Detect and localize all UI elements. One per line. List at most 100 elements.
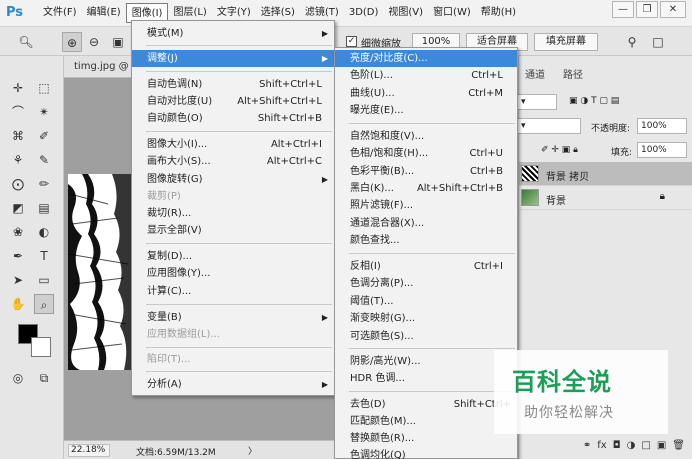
menu-item-replace-color[interactable]: 替换颜色(R)... bbox=[335, 430, 517, 447]
crop-tool-icon[interactable]: ⌘ bbox=[8, 126, 28, 146]
menu-item-threshold[interactable]: 阈值(T)... bbox=[335, 293, 517, 310]
layer-style-icon[interactable]: fx bbox=[597, 440, 606, 451]
minimize-button[interactable]: — bbox=[612, 1, 634, 18]
type-tool-icon[interactable]: T bbox=[34, 246, 54, 266]
menu-view[interactable]: 视图(V) bbox=[383, 3, 428, 23]
eyedropper-tool-icon[interactable]: ✐ bbox=[34, 126, 54, 146]
zoom-tool-icon[interactable]: ⌕ bbox=[34, 294, 54, 314]
brush-tool-icon[interactable]: ✎ bbox=[34, 150, 54, 170]
menu-item-auto-tone[interactable]: 自动色调(N) Shift+Ctrl+L bbox=[132, 76, 334, 93]
magic-wand-tool-icon[interactable]: ✴ bbox=[34, 102, 54, 122]
menu-item-auto-color[interactable]: 自动颜色(O) Shift+Ctrl+B bbox=[132, 110, 334, 127]
menu-item-auto-contrast[interactable]: 自动对比度(U) Alt+Shift+Ctrl+L bbox=[132, 93, 334, 110]
menu-item-hue-saturation[interactable]: 色相/饱和度(H)... Ctrl+U bbox=[335, 145, 517, 162]
menu-item-apply-data-set[interactable]: 应用数据组(L)... bbox=[132, 326, 334, 343]
menu-item-brightness-contrast[interactable]: 亮度/对比度(C)... bbox=[335, 50, 517, 67]
menu-item-equalize[interactable]: 色调均化(Q) bbox=[335, 447, 517, 459]
menu-3d[interactable]: 3D(D) bbox=[344, 3, 384, 23]
lock-icons[interactable]: ✐ ✛ ▣ 🔒︎ bbox=[541, 145, 578, 155]
gradient-tool-icon[interactable]: ▤ bbox=[34, 198, 54, 218]
layer-row[interactable]: 背景 🔒︎ bbox=[519, 186, 692, 210]
close-button[interactable]: ✕ bbox=[660, 1, 686, 18]
menu-item-duplicate[interactable]: 复制(D)... bbox=[132, 248, 334, 265]
menu-item-mode[interactable]: 模式(M) ▶ bbox=[132, 25, 334, 42]
zoom-level-field[interactable]: 22.18% bbox=[68, 444, 110, 457]
menu-help[interactable]: 帮助(H) bbox=[476, 3, 521, 23]
menu-edit[interactable]: 编辑(E) bbox=[82, 3, 126, 23]
fill-input[interactable]: 100% bbox=[637, 142, 687, 158]
menu-item-trap[interactable]: 陷印(T)... bbox=[132, 351, 334, 368]
adjustment-layer-icon[interactable]: ◑ bbox=[627, 440, 636, 451]
menu-item-match-color[interactable]: 匹配颜色(M)... bbox=[335, 413, 517, 430]
zoom-tool-preset-icon[interactable]: 🔍︎ bbox=[16, 32, 36, 52]
menu-item-curves[interactable]: 曲线(U)... Ctrl+M bbox=[335, 85, 517, 102]
layer-row[interactable]: 背景 拷贝 bbox=[519, 162, 692, 186]
layer-filter-select[interactable]: ▾ bbox=[517, 94, 557, 110]
menu-item-gradient-map[interactable]: 渐变映射(G)... bbox=[335, 310, 517, 327]
menu-item-variables[interactable]: 变量(B) ▶ bbox=[132, 309, 334, 326]
resize-windows-icon[interactable]: ▣ bbox=[108, 32, 128, 52]
workspace-icon[interactable]: □ bbox=[648, 32, 668, 52]
menu-window[interactable]: 窗口(W) bbox=[428, 3, 476, 23]
opacity-input[interactable]: 100% bbox=[637, 118, 687, 134]
menu-file[interactable]: 文件(F) bbox=[38, 3, 82, 23]
new-group-icon[interactable]: □ bbox=[641, 440, 650, 451]
menu-item-posterize[interactable]: 色调分离(P)... bbox=[335, 275, 517, 292]
menu-item-color-balance[interactable]: 色彩平衡(B)... Ctrl+B bbox=[335, 163, 517, 180]
new-layer-icon[interactable]: ▣ bbox=[657, 440, 666, 451]
menu-item-image-size[interactable]: 图像大小(I)... Alt+Ctrl+I bbox=[132, 136, 334, 153]
link-layers-icon[interactable]: ⚭ bbox=[583, 440, 591, 451]
menu-item-analysis[interactable]: 分析(A) ▶ bbox=[132, 376, 334, 393]
menu-item-vibrance[interactable]: 自然饱和度(V)... bbox=[335, 128, 517, 145]
menu-item-reveal-all[interactable]: 显示全部(V) bbox=[132, 222, 334, 239]
menu-item-apply-image[interactable]: 应用图像(Y)... bbox=[132, 265, 334, 282]
blur-tool-icon[interactable]: ❀ bbox=[8, 222, 28, 242]
rectangle-tool-icon[interactable]: ▭ bbox=[34, 270, 54, 290]
menu-item-crop[interactable]: 裁剪(P) bbox=[132, 188, 334, 205]
lasso-tool-icon[interactable]: ⌒ bbox=[8, 102, 28, 122]
menu-item-shadows-highlights[interactable]: 阴影/高光(W)... bbox=[335, 353, 517, 370]
path-selection-tool-icon[interactable]: ➤ bbox=[8, 270, 28, 290]
quick-mask-icon[interactable]: ◎ bbox=[8, 368, 28, 388]
fill-screen-button[interactable]: 填充屏幕 bbox=[534, 33, 598, 51]
menu-item-desaturate[interactable]: 去色(D) Shift+Ctrl+ bbox=[335, 396, 517, 413]
menu-item-levels[interactable]: 色阶(L)... Ctrl+L bbox=[335, 67, 517, 84]
screen-mode-icon[interactable]: ⧉ bbox=[34, 368, 54, 388]
menu-item-canvas-size[interactable]: 画布大小(S)... Alt+Ctrl+C bbox=[132, 153, 334, 170]
menu-item-channel-mixer[interactable]: 通道混合器(X)... bbox=[335, 215, 517, 232]
menu-item-calculations[interactable]: 计算(C)... bbox=[132, 283, 334, 300]
search-icon[interactable]: ⚲ bbox=[622, 32, 642, 52]
tab-channels[interactable]: 通道 bbox=[525, 66, 545, 81]
menu-item-image-rotation[interactable]: 图像旋转(G) ▶ bbox=[132, 171, 334, 188]
delete-layer-icon[interactable]: 🗑︎ bbox=[672, 440, 685, 451]
menu-item-adjustments[interactable]: 调整(J) ▶ bbox=[132, 50, 334, 67]
menu-item-trim[interactable]: 裁切(R)... bbox=[132, 205, 334, 222]
hand-tool-icon[interactable]: ✋ bbox=[8, 294, 28, 314]
image-canvas[interactable] bbox=[68, 174, 132, 370]
status-menu-arrow[interactable]: 〉 bbox=[248, 444, 257, 457]
zoom-in-icon[interactable]: ⊕ bbox=[62, 32, 82, 52]
menu-item-black-white[interactable]: 黑白(K)... Alt+Shift+Ctrl+B bbox=[335, 180, 517, 197]
tab-paths[interactable]: 路径 bbox=[563, 66, 583, 81]
marquee-tool-icon[interactable]: ⬚ bbox=[34, 78, 54, 98]
history-brush-tool-icon[interactable]: ✏ bbox=[34, 174, 54, 194]
dodge-tool-icon[interactable]: ◐ bbox=[34, 222, 54, 242]
pen-tool-icon[interactable]: ✒ bbox=[8, 246, 28, 266]
clone-stamp-tool-icon[interactable]: ⨀ bbox=[8, 174, 28, 194]
menu-item-exposure[interactable]: 曝光度(E)... bbox=[335, 102, 517, 119]
menu-item-hdr-toning[interactable]: HDR 色调... bbox=[335, 370, 517, 387]
menu-item-selective-color[interactable]: 可选颜色(S)... bbox=[335, 328, 517, 345]
blend-mode-select[interactable]: ▾ bbox=[517, 118, 581, 134]
scrubby-zoom-checkbox[interactable]: ✓ bbox=[346, 36, 357, 47]
menu-item-color-lookup[interactable]: 颜色查找... bbox=[335, 232, 517, 249]
zoom-out-icon[interactable]: ⊖ bbox=[84, 32, 104, 52]
menu-item-invert[interactable]: 反相(I) Ctrl+I bbox=[335, 258, 517, 275]
eraser-tool-icon[interactable]: ◩ bbox=[8, 198, 28, 218]
layer-filter-icons[interactable]: ▣ ◑ T ▢ ▤ bbox=[569, 96, 619, 106]
restore-button[interactable]: ❐ bbox=[636, 1, 658, 18]
background-color-swatch[interactable] bbox=[31, 337, 51, 357]
healing-brush-tool-icon[interactable]: ⚘ bbox=[8, 150, 28, 170]
menu-item-photo-filter[interactable]: 照片滤镜(F)... bbox=[335, 197, 517, 214]
move-tool-icon[interactable]: ✛ bbox=[8, 78, 28, 98]
add-mask-icon[interactable]: ◘ bbox=[613, 440, 621, 451]
